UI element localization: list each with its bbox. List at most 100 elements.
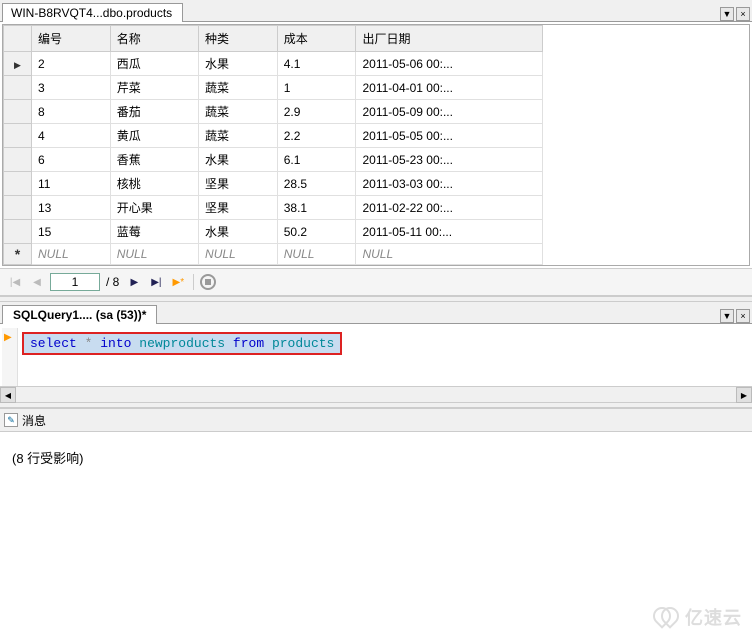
cell[interactable]: 28.5 <box>277 172 356 196</box>
cell[interactable]: 50.2 <box>277 220 356 244</box>
cell[interactable]: 2011-05-09 00:... <box>356 100 543 124</box>
cell-null[interactable]: NULL <box>277 244 356 265</box>
sql-statement[interactable]: select * into newproducts from products <box>30 336 334 351</box>
cell[interactable]: 水果 <box>199 220 278 244</box>
cell[interactable]: 2011-05-05 00:... <box>356 124 543 148</box>
cell[interactable]: 2011-02-22 00:... <box>356 196 543 220</box>
col-cost[interactable]: 成本 <box>277 26 356 52</box>
col-kind[interactable]: 种类 <box>199 26 278 52</box>
scroll-right-icon[interactable]: ▶ <box>736 387 752 403</box>
row-indicator <box>4 52 32 76</box>
cell[interactable]: 黄瓜 <box>110 124 198 148</box>
cell[interactable]: 4.1 <box>277 52 356 76</box>
cell[interactable]: 2.9 <box>277 100 356 124</box>
table-new-row[interactable]: NULL NULL NULL NULL NULL <box>4 244 543 265</box>
table-row[interactable]: 3 芹菜 蔬菜 1 2011-04-01 00:... <box>4 76 543 100</box>
scroll-left-icon[interactable]: ◀ <box>0 387 16 403</box>
nav-new-icon[interactable]: ▶* <box>169 273 187 291</box>
data-tab-bar: WIN-B8RVQT4...dbo.products ▼ × <box>0 0 752 22</box>
cell[interactable]: 西瓜 <box>110 52 198 76</box>
messages-body[interactable]: (8 行受影响) <box>0 432 752 612</box>
sql-highlight-box: select * into newproducts from products <box>22 332 342 355</box>
nav-position-input[interactable] <box>50 273 100 291</box>
row-indicator <box>4 124 32 148</box>
cell[interactable]: 15 <box>32 220 111 244</box>
cell[interactable]: 蔬菜 <box>199 76 278 100</box>
cell[interactable]: 2.2 <box>277 124 356 148</box>
cell[interactable]: 2011-05-06 00:... <box>356 52 543 76</box>
row-indicator <box>4 100 32 124</box>
nav-stop-icon[interactable] <box>200 274 216 290</box>
messages-text: (8 行受影响) <box>12 448 740 467</box>
sql-identifier: newproducts <box>139 336 225 351</box>
nav-last-icon[interactable]: ▶| <box>147 273 165 291</box>
products-table[interactable]: 编号 名称 种类 成本 出厂日期 2 西瓜 水果 4.1 2011-05-06 … <box>3 25 543 265</box>
table-row[interactable]: 15 蓝莓 水果 50.2 2011-05-11 00:... <box>4 220 543 244</box>
cell-null[interactable]: NULL <box>110 244 198 265</box>
cell[interactable]: 芹菜 <box>110 76 198 100</box>
cell[interactable]: 香蕉 <box>110 148 198 172</box>
cell[interactable]: 13 <box>32 196 111 220</box>
messages-tab-bar: ✎ 消息 <box>0 408 752 432</box>
watermark-text: 亿速云 <box>685 604 742 630</box>
cell[interactable]: 6.1 <box>277 148 356 172</box>
data-tab-controls: ▼ × <box>720 7 752 21</box>
cell[interactable]: 2011-05-23 00:... <box>356 148 543 172</box>
cell[interactable]: 1 <box>277 76 356 100</box>
cell[interactable]: 3 <box>32 76 111 100</box>
cell[interactable]: 蓝莓 <box>110 220 198 244</box>
cell[interactable]: 2011-04-01 00:... <box>356 76 543 100</box>
cell[interactable]: 6 <box>32 148 111 172</box>
sql-editor[interactable]: ▶ select * into newproducts from product… <box>0 324 752 386</box>
cell-null[interactable]: NULL <box>199 244 278 265</box>
col-id[interactable]: 编号 <box>32 26 111 52</box>
cell[interactable]: 蔬菜 <box>199 124 278 148</box>
query-tab-controls: ▼ × <box>720 309 752 323</box>
table-row[interactable]: 8 番茄 蔬菜 2.9 2011-05-09 00:... <box>4 100 543 124</box>
cell[interactable]: 蔬菜 <box>199 100 278 124</box>
table-row[interactable]: 2 西瓜 水果 4.1 2011-05-06 00:... <box>4 52 543 76</box>
nav-prev-icon[interactable]: ◀ <box>28 273 46 291</box>
table-row[interactable]: 4 黄瓜 蔬菜 2.2 2011-05-05 00:... <box>4 124 543 148</box>
cell[interactable]: 2011-03-03 00:... <box>356 172 543 196</box>
cell[interactable]: 核桃 <box>110 172 198 196</box>
table-row[interactable]: 13 开心果 坚果 38.1 2011-02-22 00:... <box>4 196 543 220</box>
cell[interactable]: 11 <box>32 172 111 196</box>
separator <box>193 274 194 290</box>
close-icon[interactable]: × <box>736 7 750 21</box>
sql-keyword: select <box>30 336 77 351</box>
close-icon[interactable]: × <box>736 309 750 323</box>
cell-null[interactable]: NULL <box>32 244 111 265</box>
col-name[interactable]: 名称 <box>110 26 198 52</box>
messages-tab[interactable]: 消息 <box>22 412 46 429</box>
query-tab[interactable]: SQLQuery1.... (sa (53))* <box>2 305 157 324</box>
row-indicator <box>4 76 32 100</box>
cell[interactable]: 番茄 <box>110 100 198 124</box>
editor-gutter: ▶ <box>2 328 18 386</box>
cell[interactable]: 38.1 <box>277 196 356 220</box>
cell[interactable]: 开心果 <box>110 196 198 220</box>
watermark-logo-icon <box>653 607 679 627</box>
dropdown-icon[interactable]: ▼ <box>720 7 734 21</box>
cell[interactable]: 水果 <box>199 148 278 172</box>
query-tab-bar: SQLQuery1.... (sa (53))* ▼ × <box>0 302 752 324</box>
data-tab[interactable]: WIN-B8RVQT4...dbo.products <box>2 3 183 22</box>
scroll-track[interactable] <box>16 387 736 402</box>
cell[interactable]: 8 <box>32 100 111 124</box>
cell[interactable]: 水果 <box>199 52 278 76</box>
cell-null[interactable]: NULL <box>356 244 543 265</box>
nav-next-icon[interactable]: ▶ <box>125 273 143 291</box>
cell[interactable]: 2011-05-11 00:... <box>356 220 543 244</box>
cell[interactable]: 2 <box>32 52 111 76</box>
sql-identifier: products <box>272 336 334 351</box>
cell[interactable]: 坚果 <box>199 196 278 220</box>
col-date[interactable]: 出厂日期 <box>356 26 543 52</box>
cell[interactable]: 坚果 <box>199 172 278 196</box>
table-row[interactable]: 11 核桃 坚果 28.5 2011-03-03 00:... <box>4 172 543 196</box>
dropdown-icon[interactable]: ▼ <box>720 309 734 323</box>
editor-horizontal-scrollbar[interactable]: ◀ ▶ <box>0 386 752 402</box>
table-row[interactable]: 6 香蕉 水果 6.1 2011-05-23 00:... <box>4 148 543 172</box>
cell[interactable]: 4 <box>32 124 111 148</box>
data-grid: 编号 名称 种类 成本 出厂日期 2 西瓜 水果 4.1 2011-05-06 … <box>2 24 750 266</box>
nav-first-icon[interactable]: |◀ <box>6 273 24 291</box>
